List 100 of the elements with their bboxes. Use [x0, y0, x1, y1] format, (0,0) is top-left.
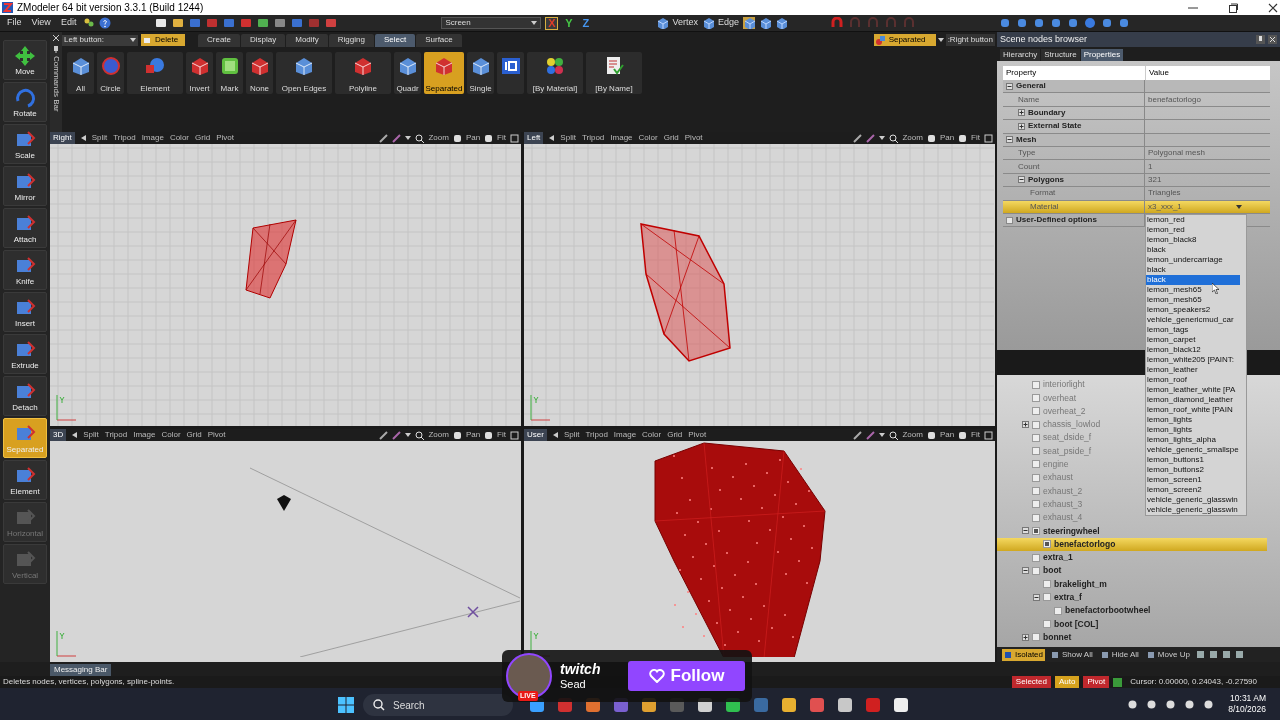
viewport-menu-item[interactable]: Grid [663, 132, 679, 144]
select-tool-button[interactable]: Open Edges [276, 52, 332, 94]
magnifier-icon[interactable] [415, 133, 425, 143]
select-tool-button[interactable]: Element [127, 52, 183, 94]
viewport-menu-item[interactable]: Pivot [216, 132, 234, 144]
dropdown-option[interactable]: lemon_leather_white [PA [1146, 385, 1240, 395]
dropdown-option[interactable]: lemon_black8 [1146, 235, 1240, 245]
panel-tab[interactable]: Hierarchy [1000, 49, 1041, 61]
viewport-menu-item[interactable]: Color [642, 429, 662, 441]
viewport-name[interactable]: Right [50, 132, 75, 144]
viewport-control[interactable]: Fit [971, 429, 980, 441]
tree-item[interactable]: benefactorbootwheel [1065, 604, 1151, 618]
checkbox[interactable] [1054, 606, 1062, 615]
magnifier-icon[interactable] [889, 430, 899, 440]
viewport-menu-item[interactable]: Pivot [207, 429, 226, 441]
menu-item[interactable]: Edit [57, 16, 80, 30]
mode-button[interactable]: Edge [717, 16, 739, 30]
app-icon[interactable] [837, 697, 853, 713]
viewport-menu-item[interactable]: Grid [186, 429, 202, 441]
dropdown-option[interactable]: lemon_white205 [PAINT: [1146, 355, 1240, 365]
follow-button[interactable]: Follow [628, 661, 745, 691]
menu-item[interactable]: File [4, 16, 25, 30]
panel-button[interactable]: Show All [1049, 648, 1095, 661]
viewport-name[interactable]: 3D [50, 429, 67, 441]
mode-button[interactable]: Vertex [672, 16, 698, 30]
checkbox[interactable] [1032, 500, 1040, 509]
messaging-bar-tab[interactable]: Messaging Bar [50, 664, 112, 676]
tool-button[interactable]: Rotate [3, 82, 47, 122]
app-icon[interactable] [1146, 698, 1158, 710]
tree-item[interactable]: brakelight_m [1054, 577, 1107, 591]
viewport-control[interactable]: Zoom [902, 429, 923, 441]
dropdown-option[interactable]: lemon_undercarriage [1146, 255, 1240, 265]
left-button-dropdown[interactable]: Left button: [62, 34, 138, 46]
select-tool-button[interactable]: All [67, 52, 94, 94]
taskbar-search-field[interactable]: Search [363, 694, 513, 716]
viewport-menu-item[interactable]: Tripod [581, 132, 605, 144]
viewport-menu-item[interactable]: Tripod [585, 429, 608, 441]
dropdown-option[interactable]: lemon_speakers2 [1146, 305, 1240, 315]
tool-button[interactable]: Element [3, 460, 47, 500]
dropdown-option[interactable]: lemon_mesh65 [1146, 295, 1240, 305]
select-tool-button[interactable]: [By Name] [586, 52, 642, 94]
panel-button[interactable]: Move Up [1144, 648, 1192, 661]
tool-button[interactable]: Insert [3, 292, 47, 332]
maximize-icon[interactable] [984, 133, 993, 143]
viewport-menu-item[interactable]: Image [141, 132, 164, 144]
dropdown-option[interactable]: lemon_screen1 [1146, 475, 1240, 485]
viewport-control[interactable]: Zoom [902, 132, 923, 144]
cubes-icon[interactable] [774, 17, 787, 29]
expander-icon[interactable] [1018, 122, 1025, 130]
checkbox[interactable] [1043, 580, 1051, 589]
expander-icon[interactable] [1006, 136, 1013, 144]
checkbox[interactable] [1032, 433, 1040, 442]
viewport-menu-item[interactable]: Color [169, 132, 189, 144]
expander-icon[interactable] [1022, 527, 1029, 535]
checkbox[interactable] [1043, 620, 1051, 628]
viewport-control[interactable]: Fit [971, 132, 980, 144]
dropdown-option[interactable]: lemon_roof [1146, 375, 1240, 385]
dropdown-option[interactable]: lemon_buttons2 [1146, 465, 1240, 475]
dropdown-option[interactable]: black [1146, 265, 1240, 275]
dropdown-option[interactable]: lemon_screen2 [1146, 485, 1240, 495]
checkbox[interactable] [1032, 420, 1040, 429]
tree-item[interactable]: bonnet [1043, 630, 1072, 644]
dropdown-option[interactable]: vehicle_generic_glasswin [1146, 495, 1240, 505]
dropdown-option[interactable]: lemon_tags [1146, 325, 1240, 335]
viewport-control[interactable]: Fit [497, 429, 506, 441]
checkbox[interactable] [1032, 633, 1040, 642]
viewport-control[interactable]: Pan [465, 132, 481, 144]
tree-item[interactable]: boot [COL] [1054, 617, 1099, 631]
select-tool-button[interactable]: Single [467, 52, 494, 94]
viewport-control[interactable]: Zoom [428, 132, 449, 144]
select-tool-button[interactable] [497, 52, 524, 94]
tool-button[interactable]: Detach [3, 376, 47, 416]
help-icon[interactable] [99, 17, 112, 29]
viewport-menu-item[interactable]: Grid [667, 429, 683, 441]
viewport-menu-item[interactable]: Color [161, 429, 181, 441]
checkbox[interactable] [1032, 407, 1040, 416]
dropdown-option[interactable]: lemon_leather [1146, 365, 1240, 375]
checkbox[interactable] [1032, 566, 1040, 575]
clock-date[interactable]: 8/10/2026 [1228, 704, 1266, 715]
ribbon-tab[interactable]: Create [198, 33, 240, 47]
dropdown-option[interactable]: vehicle_genericmud_car [1146, 315, 1240, 325]
magnifier-icon[interactable] [889, 133, 899, 143]
ribbon-tab[interactable]: Rigging [328, 33, 374, 47]
ribbon-tab[interactable]: Modify [286, 33, 328, 47]
tool-button[interactable]: Mirror [3, 166, 47, 206]
dropdown-option[interactable]: black [1146, 245, 1240, 255]
axis-toggle[interactable]: Z [579, 16, 593, 30]
dropdown-option[interactable]: lemon_buttons1 [1146, 455, 1240, 465]
ribbon-tab[interactable]: Select [374, 33, 416, 47]
checkbox[interactable] [1032, 513, 1040, 522]
dropdown-option[interactable]: vehicle_generic_glasswin [1146, 505, 1240, 515]
viewport-control[interactable]: Pan [465, 429, 481, 441]
caret-icon[interactable] [879, 136, 886, 140]
panel-button[interactable]: Isolated [1002, 648, 1046, 661]
viewport-control[interactable]: Pan [939, 132, 955, 144]
app-icon[interactable] [893, 697, 909, 713]
checkbox[interactable] [1032, 473, 1040, 482]
left-arrow-icon[interactable] [80, 135, 86, 141]
right-button-action[interactable]: Separated [873, 34, 936, 46]
dropdown-option[interactable]: lemon_carpet [1146, 335, 1240, 345]
